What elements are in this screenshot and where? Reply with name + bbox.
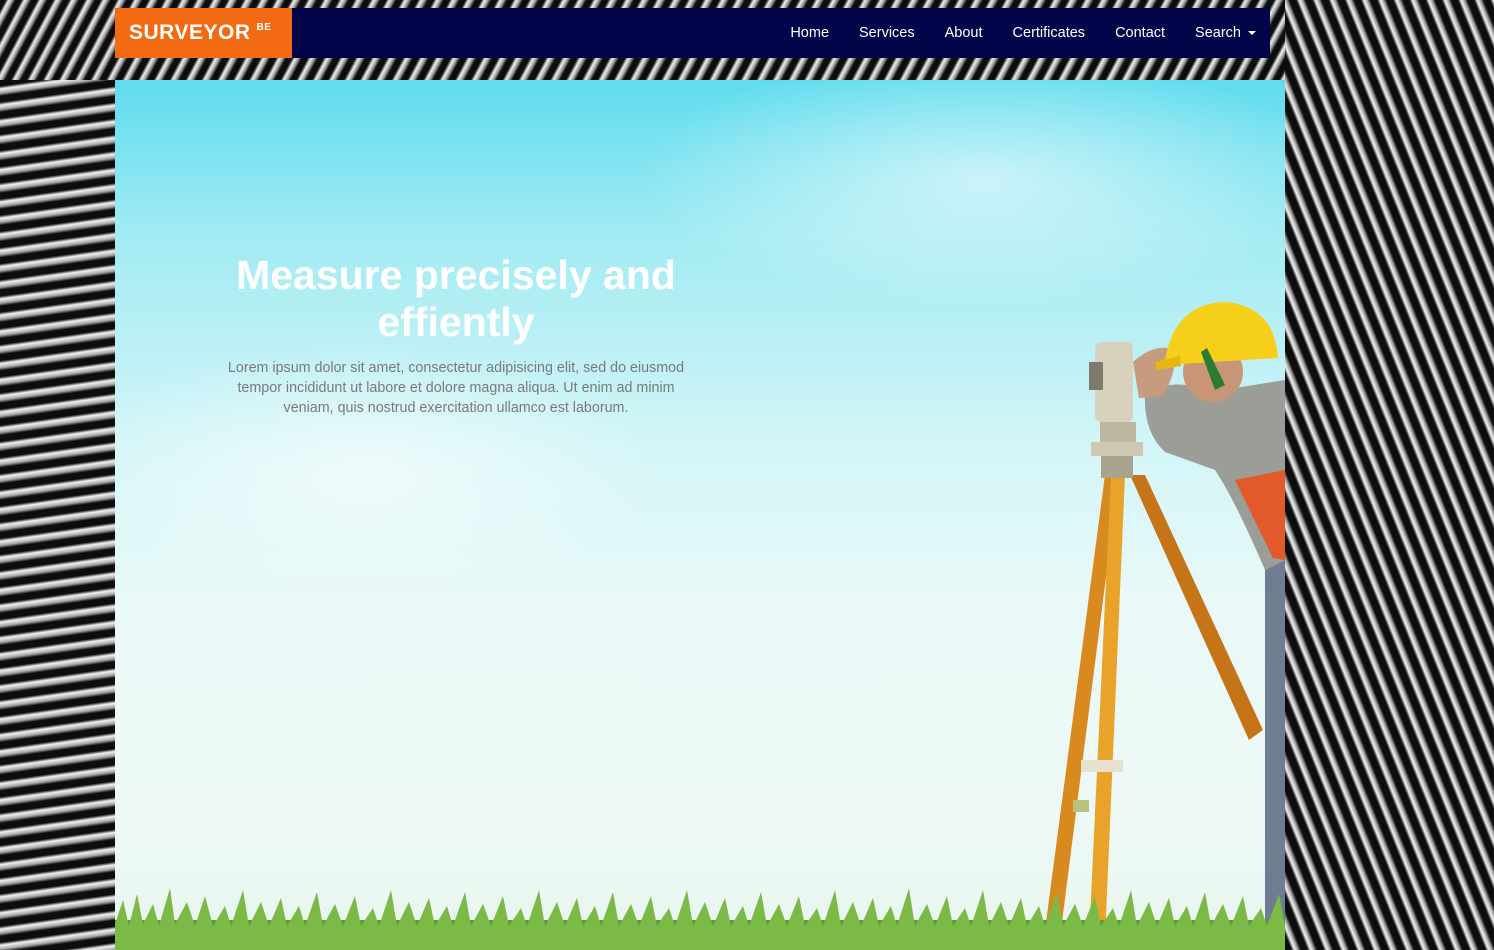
surveyor-illustration bbox=[1045, 302, 1285, 950]
nav-item-label: Certificates bbox=[1012, 25, 1086, 41]
caret-down-icon bbox=[1248, 31, 1256, 35]
nav-item-label: Search bbox=[1195, 25, 1241, 41]
brand-name: SURVEYOR bbox=[129, 21, 251, 44]
brand-suffix: BE bbox=[256, 21, 272, 33]
nav-item-label: Home bbox=[790, 25, 830, 41]
navbar: SURVEYOR BE Home Services About Certifica… bbox=[115, 8, 1270, 58]
nav-item-services[interactable]: Services bbox=[859, 25, 915, 41]
hero-banner: Measure precisely and effiently Lorem ip… bbox=[115, 80, 1285, 950]
hero-content: Measure precisely and effiently Lorem ip… bbox=[225, 252, 687, 418]
nav-item-search-dropdown[interactable]: Search bbox=[1195, 25, 1256, 41]
nav-item-label: Services bbox=[859, 25, 915, 41]
nav-item-label: About bbox=[944, 25, 983, 41]
nav-item-label: Contact bbox=[1115, 25, 1166, 41]
hero-description: Lorem ipsum dolor sit amet, consectetur … bbox=[227, 360, 685, 416]
grass bbox=[115, 888, 1285, 950]
brand-logo[interactable]: SURVEYOR BE bbox=[115, 8, 292, 58]
nav-item-certificates[interactable]: Certificates bbox=[1013, 25, 1086, 41]
nav-item-contact[interactable]: Contact bbox=[1115, 25, 1165, 41]
hero-title: Measure precisely and effiently bbox=[236, 252, 676, 345]
background-pattern-left bbox=[0, 80, 115, 950]
background-pattern-right bbox=[1285, 0, 1494, 950]
nav-item-home[interactable]: Home bbox=[790, 25, 829, 41]
nav-item-about[interactable]: About bbox=[945, 25, 983, 41]
nav-menu: Home Services About Certificates Contact… bbox=[760, 8, 1256, 58]
